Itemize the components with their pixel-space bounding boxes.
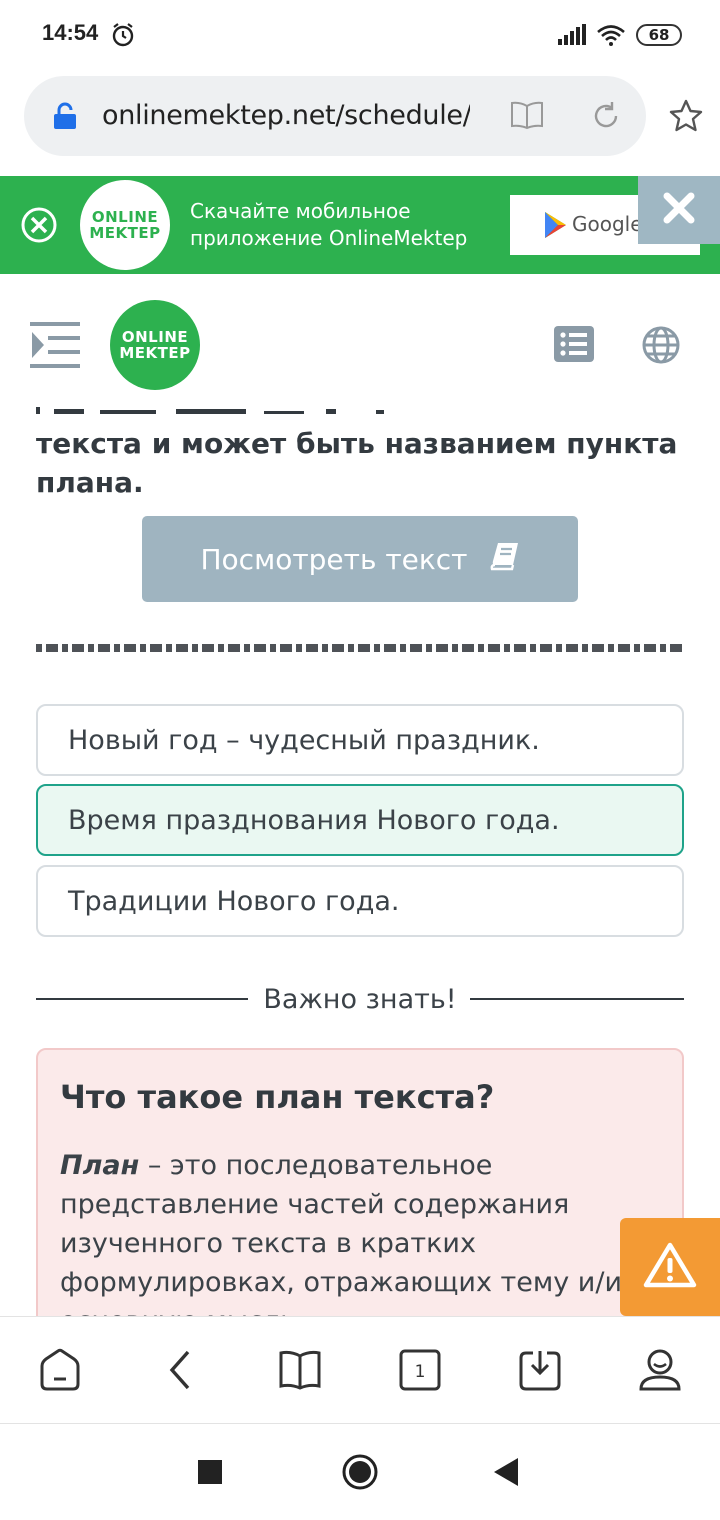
reader-mode-icon[interactable] [510, 100, 544, 135]
signal-icon [558, 24, 588, 51]
list-icon[interactable] [554, 326, 594, 367]
google-play-icon [544, 211, 568, 244]
answer-option-label: Время празднования Нового года. [68, 804, 560, 836]
battery-indicator: 68 [636, 24, 682, 46]
lock-icon[interactable] [52, 102, 78, 135]
site-logo-line2: MEKTEP [119, 344, 191, 362]
bookmarks-icon[interactable] [278, 1348, 322, 1397]
banner-text-line2: приложение OnlineMektep [190, 226, 468, 250]
logo-text-line2: MEKTEP [89, 224, 161, 242]
banner-text-line1: Скачайте мобильное [190, 199, 411, 223]
banner-logo: ONLINE MEKTEP [80, 180, 170, 270]
clipped-question-line [36, 404, 686, 414]
info-body-line4: формулировках, отражающих тему и/или [60, 1267, 657, 1298]
profile-icon[interactable] [638, 1348, 682, 1397]
browser-toolbar [0, 1316, 720, 1424]
close-icon [662, 191, 696, 230]
url-text[interactable]: onlinemektep.net/schedule/2 [102, 100, 470, 131]
question-text-line2: плана. [36, 466, 144, 499]
answer-option-2[interactable]: Время празднования Нового года. [36, 784, 684, 856]
recents-square-icon[interactable] [198, 1460, 222, 1489]
bookmark-star-icon[interactable] [668, 98, 704, 139]
banner-close-icon[interactable] [20, 206, 58, 249]
banner-text: Скачайте мобильное приложение OnlineMekt… [190, 198, 490, 252]
reload-icon[interactable] [590, 100, 622, 137]
info-card: Что такое план текста? План – это послед… [36, 1048, 684, 1348]
back-arrow-icon[interactable] [166, 1348, 194, 1397]
info-term: План [60, 1150, 140, 1181]
info-body-line1: – это последовательное [139, 1150, 493, 1181]
tab-count: 1 [415, 1362, 426, 1382]
alarm-icon [110, 22, 136, 53]
clipped-text-line [36, 644, 684, 652]
site-logo[interactable]: ONLINE MEKTEP [110, 300, 200, 390]
back-triangle-icon[interactable] [494, 1458, 518, 1491]
info-body-line3: изученного текста в кратких [60, 1228, 476, 1259]
view-text-button[interactable]: Посмотреть текст [142, 516, 578, 602]
downloads-icon[interactable] [518, 1348, 562, 1397]
home-circle-icon[interactable] [342, 1454, 378, 1495]
warning-icon [643, 1241, 697, 1294]
book-icon [490, 541, 520, 578]
logo-text-line1: ONLINE [91, 208, 159, 226]
question-text: текста и может быть названием пункта пла… [36, 424, 686, 502]
globe-icon[interactable] [642, 326, 680, 369]
important-label: Важно знать! [263, 984, 457, 1015]
banner-dismiss-button[interactable] [638, 176, 720, 244]
status-bar: 14:54 68 [0, 0, 720, 70]
answer-option-3[interactable]: Традиции Нового года. [36, 865, 684, 937]
answer-option-1[interactable]: Новый год – чудесный праздник. [36, 704, 684, 776]
info-title: Что такое план текста? [60, 1078, 495, 1116]
answer-option-label: Традиции Нового года. [68, 885, 400, 917]
wifi-icon [596, 24, 626, 51]
info-body: План – это последовательное представлени… [60, 1146, 670, 1341]
divider-line-left [36, 998, 248, 1000]
report-problem-button[interactable] [620, 1218, 720, 1316]
view-text-label: Посмотреть текст [200, 542, 468, 576]
question-text-line1: текста и может быть названием пункта [36, 427, 678, 460]
info-body-line2: представление частей содержания [60, 1189, 570, 1220]
site-logo-line1: ONLINE [121, 328, 189, 346]
divider-line-right [470, 998, 684, 1000]
tabs-icon[interactable]: 1 [398, 1348, 442, 1397]
status-time: 14:54 [42, 20, 99, 45]
home-icon[interactable] [38, 1348, 82, 1397]
answer-option-label: Новый год – чудесный праздник. [68, 724, 540, 756]
menu-toggle-icon[interactable] [30, 320, 80, 375]
